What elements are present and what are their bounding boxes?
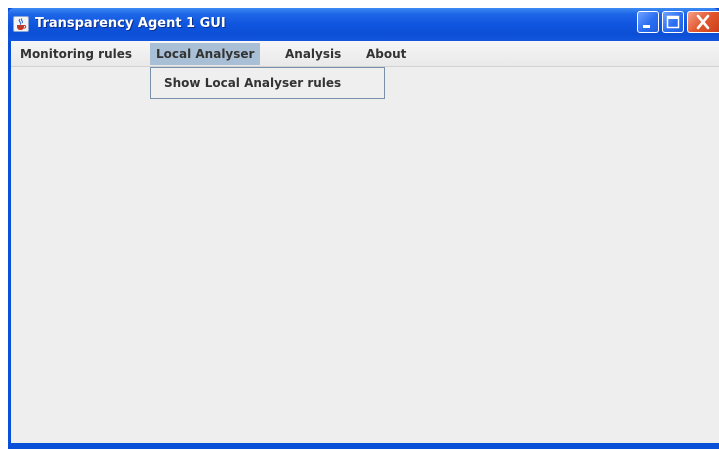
local-analyser-dropdown: Show Local Analyser rules (150, 67, 385, 99)
java-cup-icon[interactable] (13, 16, 29, 32)
menu-about[interactable]: About (360, 43, 412, 65)
minimize-button[interactable] (637, 11, 659, 33)
title-bar[interactable]: Transparency Agent 1 GUI (8, 8, 719, 41)
menu-analysis[interactable]: Analysis (279, 43, 347, 65)
maximize-icon (666, 15, 680, 29)
application-window: Transparency Agent 1 GUI Monitoring rule… (8, 8, 719, 449)
menu-item-show-local-analyser-rules[interactable]: Show Local Analyser rules (164, 76, 341, 90)
menu-bar: Monitoring rules Local Analyser Analysis… (11, 41, 719, 67)
client-area: Monitoring rules Local Analyser Analysis… (11, 41, 719, 443)
menu-monitoring-rules[interactable]: Monitoring rules (14, 43, 138, 65)
minimize-icon (643, 25, 650, 28)
maximize-button[interactable] (662, 11, 684, 33)
close-icon (696, 14, 710, 30)
close-button[interactable] (687, 11, 719, 33)
menu-local-analyser[interactable]: Local Analyser (150, 43, 261, 65)
window-title: Transparency Agent 1 GUI (35, 16, 226, 31)
